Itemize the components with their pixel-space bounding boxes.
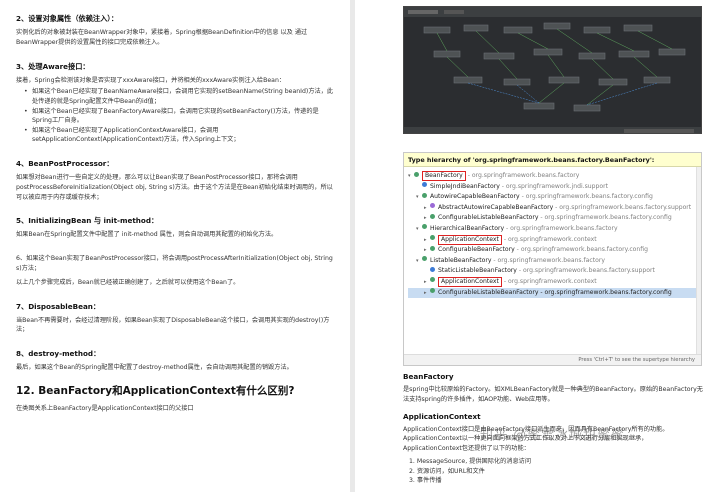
package-name: - org.springframework.beans.factory.supp… (516, 267, 655, 275)
tree-row[interactable]: ▸ AbstractAutowireCapableBeanFactory - or… (408, 203, 697, 214)
package-name: - org.springframework.beans.factory.conf… (538, 214, 672, 222)
section-heading: 4、BeanPostProcessor： (16, 158, 114, 168)
class-icon (430, 266, 435, 272)
ide-diagram-image (403, 6, 702, 134)
question-12-body: 在类图关系上BeanFactory是ApplicationContext接口的父… (16, 404, 194, 412)
interface-icon (422, 192, 427, 198)
section-heading: 8、destroy-method： (16, 349, 101, 359)
tree-row[interactable]: ▸ ApplicationContext - org.springframewor… (408, 276, 697, 288)
class-name: StaticListableBeanFactory (438, 267, 517, 275)
tree-row[interactable]: ▾ ListableBeanFactory - org.springframewo… (408, 256, 697, 267)
interface-icon (414, 171, 419, 177)
section-2: 2、设置对象属性（依赖注入）： 实例化后的对象被封装在BeanWrapper对象… (16, 14, 338, 48)
package-name: - org.springframework.beans.factory.conf… (538, 288, 672, 296)
list-item: 如果这个Bean已经实现了BeanFactoryAware接口，会调用它实现的s… (16, 107, 338, 126)
package-name: - org.springframework.context (501, 235, 597, 243)
list-item: 如果这个Bean已经实现了BeanNameAware接口，会调用它实现的setB… (16, 87, 338, 106)
expand-icon[interactable]: ▸ (424, 245, 430, 256)
abstract-class-icon (430, 203, 435, 209)
feature-list: 1. MessageSource, 提供国际化的消息访问 2. 资源访问，如UR… (403, 457, 703, 486)
class-name: ApplicationContext (438, 234, 502, 245)
class-name: ListableBeanFactory (430, 256, 492, 264)
interface-icon (430, 288, 435, 294)
list-item: 3. 事件传播 (409, 477, 442, 485)
class-name: ConfigurableListableBeanFactory (438, 214, 539, 222)
package-name: - org.springframework.beans.factory (491, 256, 605, 264)
hierarchy-footer: Press 'Ctrl+T' to see the supertype hier… (404, 354, 701, 365)
class-name: BeanFactory (422, 171, 466, 182)
section-8: 8、destroy-method： 最后，如果这个Bean的Spring配置中配… (16, 349, 338, 373)
tree-row[interactable]: SimpleJndiBeanFactory - org.springframew… (408, 182, 697, 193)
section-5: 5、InitializingBean 与 init-method： 如果Bean… (16, 216, 338, 240)
list-item: 如果这个Bean已经实现了ApplicationContextAware接口，会… (16, 126, 338, 145)
left-page: 2、设置对象属性（依赖注入）： 实例化后的对象被封装在BeanWrapper对象… (0, 0, 350, 492)
expand-icon[interactable]: ▾ (416, 192, 422, 203)
package-name: - org.springframework.beans.factory (504, 224, 618, 232)
package-name: - org.springframework.context (501, 277, 597, 285)
section-6: 6、如果这个Bean实现了BeanPostProcessor接口，将会调用pos… (16, 254, 338, 287)
section-body: 最后，如果这个Bean的Spring配置中配置了destroy-method属性… (16, 364, 293, 372)
section-body: 接着，Spring会检测该对象是否实现了xxxAware接口，并将相关的xxxA… (16, 76, 286, 84)
class-name: ConfigurableListableBeanFactory (438, 288, 539, 296)
tree-row-selected[interactable]: ▸ ConfigurableListableBeanFactory - org.s… (408, 287, 697, 299)
package-name: - org.springframework.beans.factory (465, 172, 580, 179)
applicationcontext-heading: ApplicationContext (403, 411, 481, 421)
class-name: ApplicationContext (438, 276, 502, 288)
interface-icon (430, 235, 435, 241)
section-heading: 5、InitializingBean 与 init-method： (16, 216, 159, 226)
section-4: 4、BeanPostProcessor： 如果想对Bean进行一些自定义的处理，… (16, 159, 338, 202)
section-3: 3、处理Aware接口： 接着，Spring会检测该对象是否实现了xxxAwar… (16, 62, 338, 145)
interface-icon (422, 224, 427, 230)
section-body: 以上几个步骤完成后，Bean就已经被正确创建了，之后就可以使用这个Bean了。 (16, 278, 240, 286)
hierarchy-title: Type hierarchy of 'org.springframework.b… (404, 153, 701, 167)
list-item: 2. 资源访问，如URL和文件 (409, 467, 485, 475)
section-heading: 7、DisposableBean： (16, 301, 101, 311)
class-name: AbstractAutowireCapableBeanFactory (438, 203, 554, 211)
class-name: HierarchicalBeanFactory (430, 224, 505, 232)
aware-list: 如果这个Bean已经实现了BeanNameAware接口，会调用它实现的setB… (16, 87, 338, 145)
question-12-heading: 12. BeanFactory和ApplicationContext有什么区别? (16, 384, 295, 397)
package-name: - org.springframework.beans.factory.supp… (553, 203, 692, 211)
expand-icon[interactable]: ▾ (408, 171, 414, 182)
watermark: 知乎 @蜜雪冰城甜蜜蜜 (480, 428, 626, 443)
beanfactory-body: 是spring中比较原始的Factory。如XMLBeanFactory就是一种… (403, 386, 703, 403)
class-name: ConfigurableBeanFactory (438, 246, 515, 254)
section-body: 当Bean不再需要时，会经过清理阶段，如果Bean实现了DisposableBe… (16, 316, 330, 334)
package-name: - org.springframework.beans.factory.conf… (519, 193, 653, 201)
section-body: 6、如果这个Bean实现了BeanPostProcessor接口，将会调用pos… (16, 255, 333, 272)
package-name: - org.springframework.beans.factory.conf… (514, 246, 648, 254)
interface-icon (430, 277, 435, 283)
hierarchy-tree: ▾ BeanFactory - org.springframework.beans… (404, 167, 701, 299)
interface-icon (430, 245, 435, 251)
class-name: AutowireCapableBeanFactory (430, 193, 520, 201)
section-body: 如果想对Bean进行一些自定义的处理，那么可以让Bean实现了BeanPostP… (16, 173, 333, 201)
section-heading: 2、设置对象属性（依赖注入）： (16, 14, 119, 23)
class-name: SimpleJndiBeanFactory (430, 182, 500, 190)
class-icon (422, 182, 427, 188)
tree-row[interactable]: ▾ BeanFactory - org.springframework.beans… (408, 171, 697, 182)
tree-row[interactable]: ▸ ConfigurableBeanFactory - org.springfra… (408, 245, 697, 256)
tree-row[interactable]: ▾ AutowireCapableBeanFactory - org.spring… (408, 192, 697, 203)
tree-row[interactable]: ▾ HierarchicalBeanFactory - org.springfra… (408, 224, 697, 235)
tree-row[interactable]: StaticListableBeanFactory - org.springfr… (408, 266, 697, 277)
tree-row[interactable]: ▸ ConfigurableListableBeanFactory - org.s… (408, 213, 697, 224)
interface-icon (422, 256, 427, 262)
section-7: 7、DisposableBean： 当Bean不再需要时，会经过清理阶段，如果B… (16, 302, 338, 336)
interface-icon (430, 213, 435, 219)
tree-row[interactable]: ▸ ApplicationContext - org.springframewor… (408, 234, 697, 246)
type-hierarchy-panel: Type hierarchy of 'org.springframework.b… (403, 152, 702, 366)
section-heading: 3、处理Aware接口： (16, 61, 90, 71)
list-item: 1. MessageSource, 提供国际化的消息访问 (409, 457, 532, 465)
diagram-graphic (404, 7, 701, 133)
section-body: 实例化后的对象被封装在BeanWrapper对象中，紧接着，Spring根据Be… (16, 29, 308, 46)
vertical-scrollbar[interactable] (696, 167, 701, 354)
package-name: - org.springframework.jndi.support (499, 182, 609, 190)
section-body: 如果Bean在Spring配置文件中配置了 init-method 属性，则会自… (16, 231, 278, 239)
beanfactory-heading: BeanFactory (403, 372, 454, 381)
